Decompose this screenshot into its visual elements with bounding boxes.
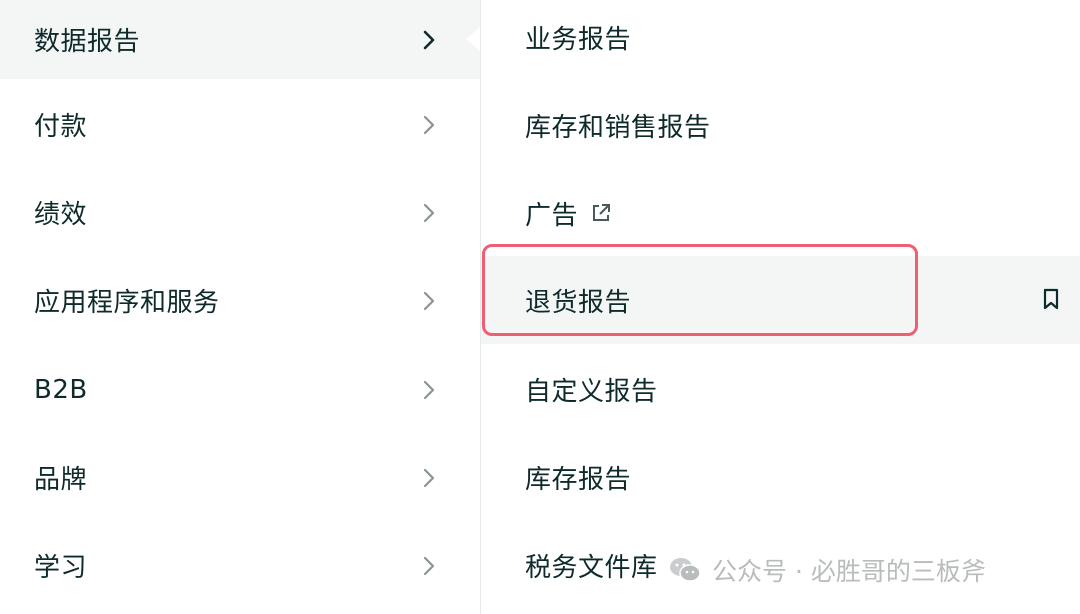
submenu-item-label: 库存报告	[525, 464, 632, 495]
submenu-item-label: 广告	[525, 200, 579, 231]
chevron-right-icon	[420, 379, 438, 401]
chevron-right-icon	[420, 555, 438, 577]
chevron-right-icon	[420, 114, 438, 136]
menu-item-label: 数据报告	[34, 27, 141, 57]
menu-item-data-reports[interactable]: 数据报告	[0, 0, 480, 79]
watermark: 公众号 · 必胜哥的三板斧	[668, 550, 986, 590]
menu-item-label: 品牌	[34, 465, 88, 495]
external-link-icon	[590, 202, 612, 224]
menu-item-brand[interactable]: 品牌	[0, 438, 480, 517]
chevron-right-icon	[420, 29, 438, 51]
menu-item-payments[interactable]: 付款	[0, 85, 480, 164]
chevron-right-icon	[420, 467, 438, 489]
submenu-item-label: 税务文件库	[525, 552, 658, 583]
menu-item-learn[interactable]: 学习	[0, 526, 480, 605]
submenu-item-label: 自定义报告	[525, 376, 658, 407]
menu-item-label: B2B	[34, 374, 88, 405]
submenu-item-returns-reports[interactable]: 退货报告	[481, 256, 1080, 344]
submenu-item-inventory-sales-reports[interactable]: 库存和销售报告	[481, 81, 1080, 169]
menu-item-label: 应用程序和服务	[34, 288, 220, 318]
submenu-item-inventory-reports[interactable]: 库存报告	[481, 433, 1080, 521]
bookmark-icon[interactable]	[1042, 288, 1060, 310]
wechat-icon	[668, 556, 702, 584]
watermark-text: 公众号 · 必胜哥的三板斧	[712, 557, 986, 586]
menu-item-performance[interactable]: 绩效	[0, 173, 480, 252]
menu-item-label: 付款	[34, 112, 88, 142]
submenu-item-label: 业务报告	[525, 24, 632, 55]
submenu-item-custom-reports[interactable]: 自定义报告	[481, 345, 1080, 433]
submenu: 业务报告 库存和销售报告 广告 退货报告 自定义报告 库存报告 税务文件库	[481, 0, 1080, 614]
submenu-item-label: 库存和销售报告	[525, 112, 711, 143]
submenu-item-label: 退货报告	[525, 287, 632, 318]
menu-item-label: 学习	[34, 553, 88, 583]
menu-item-apps-services[interactable]: 应用程序和服务	[0, 261, 480, 340]
submenu-item-advertising[interactable]: 广告	[481, 169, 1080, 257]
left-menu: 数据报告 付款 绩效 应用程序和服务 B2B 品牌 学习	[0, 0, 481, 614]
submenu-item-business-reports[interactable]: 业务报告	[481, 0, 1080, 81]
menu-item-label: 绩效	[34, 200, 88, 230]
chevron-right-icon	[420, 290, 438, 312]
chevron-right-icon	[420, 202, 438, 224]
submenu-pointer	[466, 27, 480, 51]
menu-item-b2b[interactable]: B2B	[0, 350, 480, 429]
